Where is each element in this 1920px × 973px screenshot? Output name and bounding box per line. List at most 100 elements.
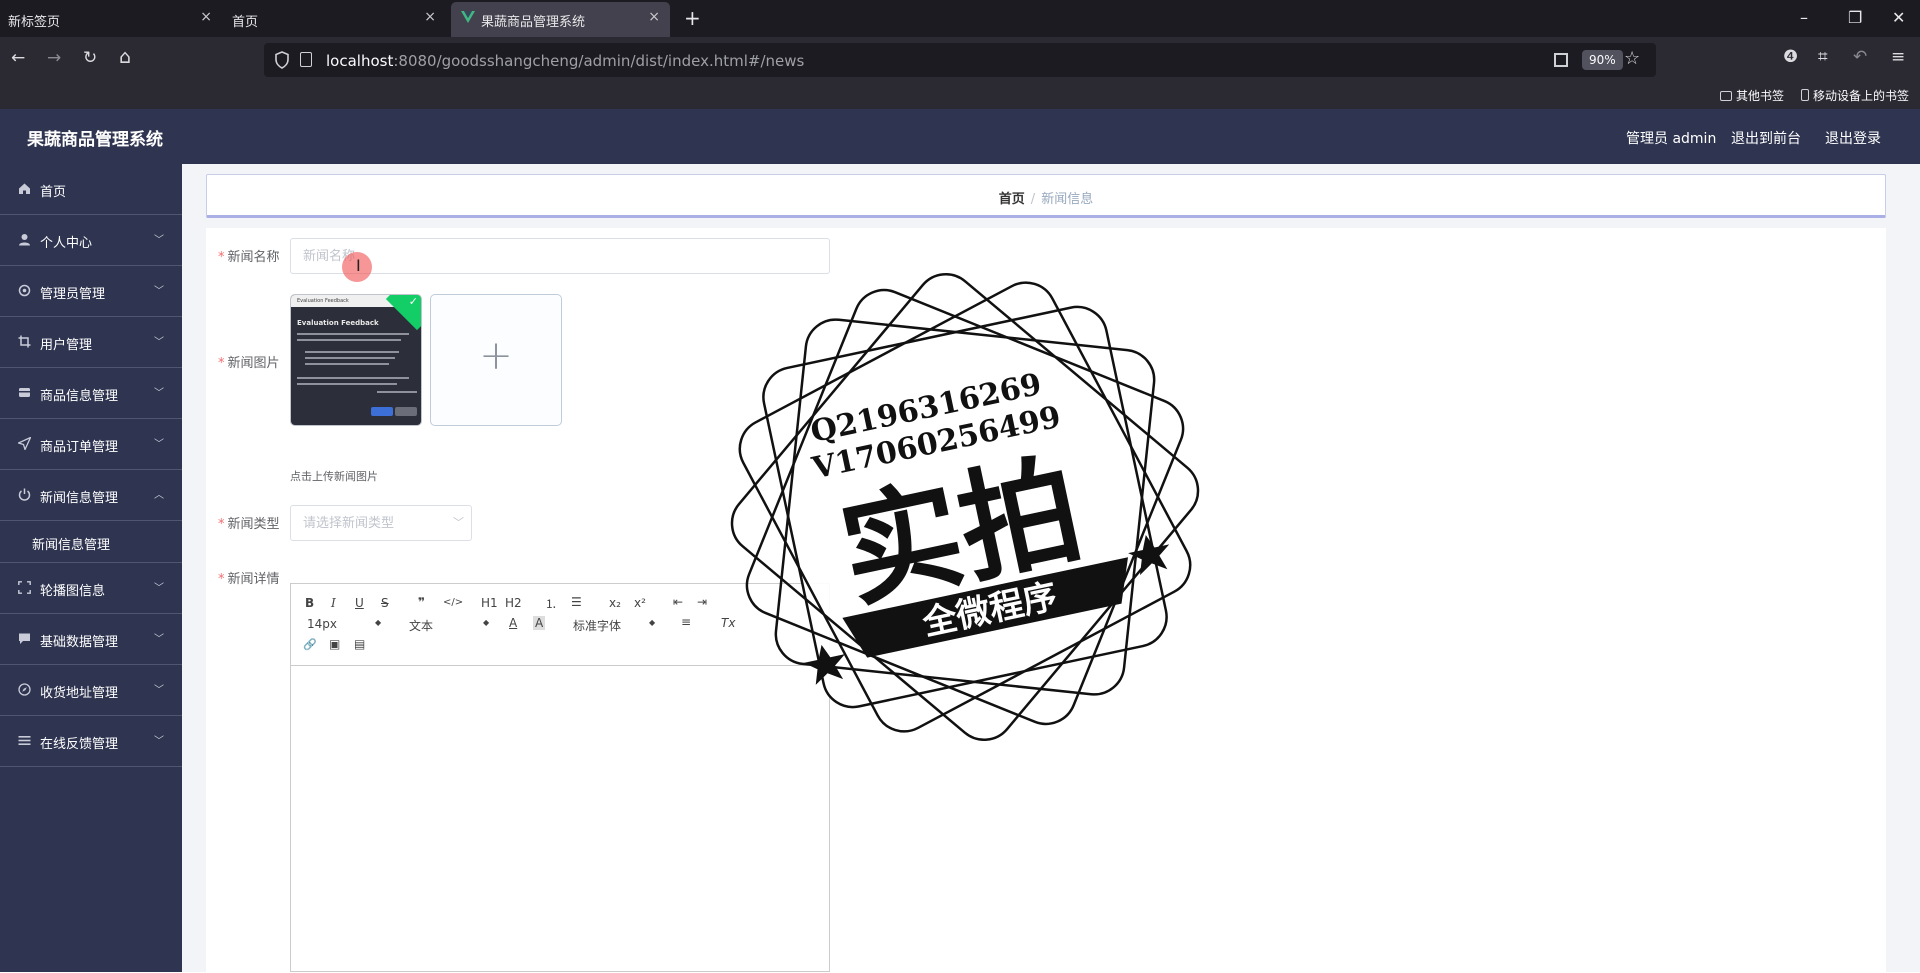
url-text[interactable]: localhost:8080/goodsshangcheng/admin/dis…: [326, 52, 804, 70]
forward-arrow-icon[interactable]: →: [47, 48, 61, 68]
image-icon[interactable]: ▣: [329, 637, 340, 651]
current-user: 管理员 admin: [1626, 131, 1717, 147]
subscript-button[interactable]: x₂: [609, 596, 621, 610]
sidebar-item-admins[interactable]: 管理员管理 ﹀: [0, 266, 182, 317]
font-size-select[interactable]: 14px ◆: [307, 617, 385, 633]
sidebar-item-goods[interactable]: 商品信息管理 ﹀: [0, 368, 182, 419]
qr-code-icon[interactable]: [1554, 53, 1568, 67]
ordered-list-button[interactable]: ⒈: [545, 595, 557, 612]
reload-icon[interactable]: ↻: [83, 48, 97, 68]
account-icon[interactable]: ❹: [1783, 47, 1798, 67]
bookmark-other[interactable]: 其他书签: [1720, 87, 1784, 104]
crop-icon[interactable]: ⌗: [1818, 47, 1828, 67]
back-arrow-icon[interactable]: ←: [11, 48, 25, 68]
chevron-up-icon: ︿: [154, 490, 164, 501]
sidebar-item-label: 在线反馈管理: [40, 737, 119, 752]
sidebar-item-carousel[interactable]: 轮播图信息 ﹀: [0, 563, 182, 614]
tab-label: 果蔬商品管理系统: [481, 15, 586, 30]
news-type-select-input[interactable]: [290, 505, 472, 541]
sidebar-item-orders[interactable]: 商品订单管理 ﹀: [0, 419, 182, 470]
exit-to-front-link[interactable]: 退出到前台: [1731, 128, 1801, 148]
logout-link[interactable]: 退出登录: [1825, 128, 1881, 148]
browser-tab-strip: 新标签页 × 首页 × 果蔬商品管理系统 × + – ❐ ✕: [0, 0, 1920, 37]
news-detail-label: * 新闻详情: [218, 572, 280, 587]
zoom-level-badge[interactable]: 90%: [1582, 50, 1623, 70]
window-close-icon[interactable]: ✕: [1892, 8, 1905, 27]
image-upload-button[interactable]: +: [430, 294, 562, 426]
chevron-down-icon: ﹀: [154, 235, 164, 246]
italic-button[interactable]: I: [331, 596, 336, 610]
thumbnail-text-line: [305, 357, 395, 359]
sidebar-item-address[interactable]: 收货地址管理 ﹀: [0, 665, 182, 716]
close-icon[interactable]: ×: [424, 9, 436, 25]
chevron-down-icon: ﹀: [154, 439, 164, 450]
minimize-icon[interactable]: –: [1800, 8, 1808, 27]
tab-home[interactable]: 首页 ×: [224, 0, 446, 37]
list-icon: [18, 736, 31, 745]
font-family-select[interactable]: 标准字体 ◆: [573, 617, 659, 633]
close-icon[interactable]: ×: [648, 9, 660, 25]
tab-active-system[interactable]: 果蔬商品管理系统 ×: [451, 2, 670, 37]
thumbnail-text-line: [305, 363, 389, 365]
sidebar-item-label: 管理员管理: [40, 287, 106, 302]
news-type-select[interactable]: ﹀: [290, 505, 472, 541]
close-icon[interactable]: ×: [200, 9, 212, 25]
breadcrumb-trail: 首页 / 新闻信息: [207, 188, 1885, 207]
crop-icon: [18, 335, 31, 348]
undo-icon[interactable]: ↶: [1853, 47, 1867, 67]
chevron-down-icon: ﹀: [154, 685, 164, 696]
link-icon[interactable]: 🔗: [303, 638, 317, 651]
browser-toolbar: ← → ↻ ⌂ localhost:8080/goodsshangcheng/a…: [0, 37, 1920, 83]
new-tab-button[interactable]: +: [684, 6, 701, 30]
tab-new-tab[interactable]: 新标签页 ×: [0, 0, 222, 37]
bullet-list-button[interactable]: ☰: [571, 595, 582, 609]
code-block-button[interactable]: </>: [443, 597, 463, 608]
settings-icon: [18, 284, 31, 297]
sidebar-item-news[interactable]: 新闻信息管理 ︿: [0, 470, 182, 521]
heading-1-button[interactable]: H1: [481, 596, 498, 610]
submenu-item-news-info[interactable]: 新闻信息管理: [0, 521, 182, 563]
thumbnail-text-line: [377, 391, 417, 393]
chevron-down-icon: ﹀: [154, 337, 164, 348]
power-icon: [18, 488, 31, 501]
thumbnail-button: [371, 407, 393, 416]
main-content: 首页 / 新闻信息 *新闻名称 *新闻图片 Evaluation Feedback …: [182, 164, 1920, 972]
sidebar-item-base-data[interactable]: 基础数据管理 ﹀: [0, 614, 182, 665]
text-cursor-icon: I: [356, 256, 361, 275]
bookmark-mobile[interactable]: 移动设备上的书签: [1801, 87, 1909, 104]
underline-button[interactable]: U: [355, 596, 364, 610]
align-button[interactable]: ≡: [681, 615, 691, 629]
clear-format-button[interactable]: Tx: [721, 616, 735, 630]
home-icon[interactable]: ⌂: [119, 46, 131, 68]
text-color-button[interactable]: A: [509, 616, 517, 630]
address-bar[interactable]: localhost:8080/goodsshangcheng/admin/dis…: [264, 43, 1656, 77]
restore-icon[interactable]: ❐: [1848, 8, 1862, 27]
background-color-button[interactable]: A: [533, 616, 546, 630]
tab-label: 新标签页: [8, 15, 61, 30]
heading-2-button[interactable]: H2: [505, 596, 522, 610]
bookmark-star-icon[interactable]: ☆: [1624, 48, 1640, 69]
sidebar-item-home[interactable]: 首页: [0, 164, 182, 215]
editor-toolbar: B I U S ❞ </> H1 H2 ⒈ ☰ x₂ x² ⇤ ⇥ 14px ◆ …: [291, 584, 829, 666]
editor-content-area[interactable]: [291, 666, 829, 973]
uploaded-image-thumbnail[interactable]: Evaluation Feedback Evaluation Feedback …: [290, 294, 422, 426]
blockquote-button[interactable]: ❞: [418, 595, 425, 609]
rich-text-editor: B I U S ❞ </> H1 H2 ⒈ ☰ x₂ x² ⇤ ⇥ 14px ◆ …: [290, 583, 830, 972]
strikethrough-button[interactable]: S: [381, 596, 389, 610]
sidebar-item-profile[interactable]: 个人中心 ﹀: [0, 215, 182, 266]
superscript-button[interactable]: x²: [634, 596, 646, 610]
sidebar-item-label: 用户管理: [40, 338, 93, 353]
goods-icon: [19, 388, 30, 397]
text-style-select[interactable]: 文本 ◆: [409, 617, 493, 633]
outdent-button[interactable]: ⇤: [673, 595, 683, 609]
page-info-icon[interactable]: [300, 52, 312, 67]
breadcrumb: 首页 / 新闻信息: [206, 174, 1886, 218]
sidebar-item-users[interactable]: 用户管理 ﹀: [0, 317, 182, 368]
breadcrumb-home[interactable]: 首页: [999, 192, 1025, 207]
indent-button[interactable]: ⇥: [697, 595, 707, 609]
video-icon[interactable]: ▤: [354, 637, 365, 651]
sidebar-item-feedback[interactable]: 在线反馈管理 ﹀: [0, 716, 182, 767]
app-menu-icon[interactable]: ≡: [1891, 47, 1905, 67]
sidebar-item-label: 新闻信息管理: [40, 491, 119, 506]
bold-button[interactable]: B: [305, 596, 314, 610]
